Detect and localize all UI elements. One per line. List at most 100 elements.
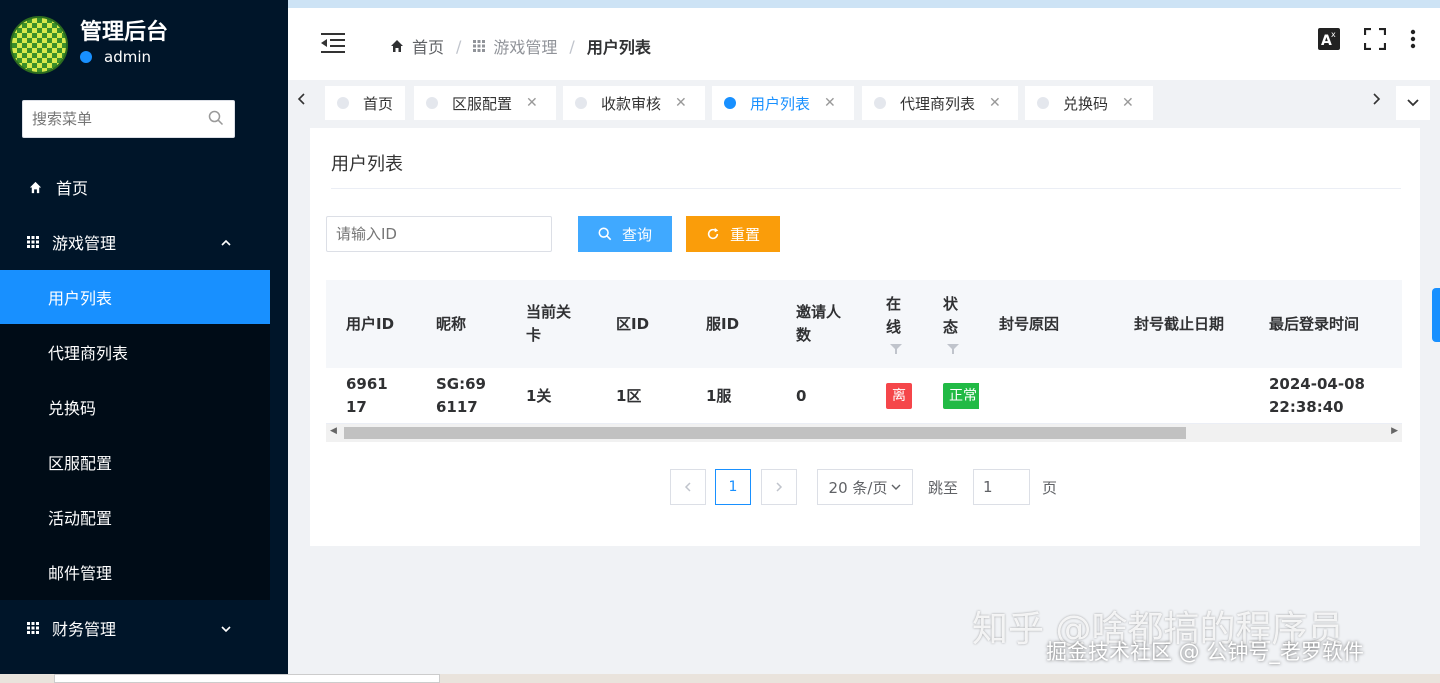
chevron-left-icon[interactable] xyxy=(296,92,308,110)
online-status-badge: 离 xyxy=(886,383,912,409)
brand-user: admin xyxy=(80,48,151,66)
online-dot-icon xyxy=(80,51,92,63)
tab-agent-list[interactable]: 代理商列表 ✕ xyxy=(862,86,1018,120)
page-unit-label: 页 xyxy=(1042,479,1058,497)
chevron-up-icon[interactable] xyxy=(220,234,232,253)
sidebar-item-home[interactable]: 首页 xyxy=(0,160,288,214)
search-button-label: 查询 xyxy=(621,225,652,244)
side-drawer-handle[interactable] xyxy=(1432,288,1440,342)
sidebar-item-label: 活动配置 xyxy=(48,509,113,528)
breadcrumb-game-management[interactable]: 游戏管理 xyxy=(473,34,557,58)
column-header: 封号原因 xyxy=(999,314,1060,333)
page-size-select[interactable]: 20 条/页 xyxy=(817,469,913,505)
horizontal-scrollbar[interactable]: ◀ ▶ xyxy=(326,424,1402,442)
column-header: 邀请人数 xyxy=(796,303,842,344)
grid-icon xyxy=(473,40,486,52)
brand: 管理后台 admin xyxy=(0,0,288,80)
chevron-down-icon[interactable] xyxy=(220,620,232,639)
tab-home[interactable]: 首页 xyxy=(325,86,405,120)
watermark-juejin: 掘金技术社区 @ 公钟号_老罗软件 xyxy=(1046,640,1364,664)
home-icon xyxy=(391,40,403,52)
svg-text:x: x xyxy=(1331,30,1336,39)
user-list-card: 用户列表 查询 重置 用户ID 昵称 当前关卡 区ID 服ID 邀请人数 在线 … xyxy=(310,128,1420,546)
sidebar-item-server-config[interactable]: 区服配置 xyxy=(0,435,270,489)
chevron-right-icon xyxy=(776,482,783,492)
cell-level: 1关 xyxy=(526,386,552,405)
refresh-icon xyxy=(707,227,719,240)
sidebar-item-agent-list[interactable]: 代理商列表 xyxy=(0,325,270,379)
tab-dot-icon xyxy=(337,97,349,109)
grid-icon xyxy=(26,235,40,249)
close-icon[interactable]: ✕ xyxy=(989,95,1001,111)
top-header: 首页 / 游戏管理 / 用户列表 Ax xyxy=(288,0,1440,80)
column-header: 最后登录时间 xyxy=(1269,314,1360,333)
menu-fold-icon[interactable] xyxy=(320,32,346,58)
filter-icon[interactable] xyxy=(946,343,960,355)
tab-payment-review[interactable]: 收款审核 ✕ xyxy=(563,86,705,120)
close-icon[interactable]: ✕ xyxy=(1122,95,1134,111)
user-table: 用户ID 昵称 当前关卡 区ID 服ID 邀请人数 在线 状态 封号原因 封号截… xyxy=(326,280,1402,442)
tab-server-config[interactable]: 区服配置 ✕ xyxy=(414,86,556,120)
fullscreen-icon[interactable] xyxy=(1363,27,1387,54)
close-icon[interactable]: ✕ xyxy=(526,95,538,111)
column-header-online: 在线 xyxy=(886,280,906,368)
chevron-down-icon xyxy=(891,484,901,490)
scroll-right-arrow-icon[interactable]: ▶ xyxy=(1391,426,1398,436)
status-badge: 正常 xyxy=(943,383,979,409)
sidebar-item-label: 游戏管理 xyxy=(52,234,117,253)
sidebar-item-event-config[interactable]: 活动配置 xyxy=(0,490,270,544)
sidebar-item-user-list[interactable]: 用户列表 xyxy=(0,270,270,324)
sidebar-item-label: 区服配置 xyxy=(48,454,113,473)
tab-redeem-code[interactable]: 兑换码 ✕ xyxy=(1025,86,1153,120)
scrollbar-thumb[interactable] xyxy=(344,427,1186,439)
tabs-bar: 首页 区服配置 ✕ 收款审核 ✕ 用户列表 ✕ 代理商列表 ✕ 兑换码 ✕ xyxy=(288,80,1440,124)
jump-label: 跳至 xyxy=(928,479,959,497)
tab-label: 兑换码 xyxy=(1063,94,1109,113)
search-button[interactable]: 查询 xyxy=(578,216,672,252)
cell-online: 离 xyxy=(886,368,912,424)
tab-label: 区服配置 xyxy=(452,94,513,113)
cell-server-id: 1服 xyxy=(706,386,732,405)
sidebar-item-label: 财务管理 xyxy=(52,620,117,639)
tab-dot-icon xyxy=(426,97,438,109)
more-vertical-icon[interactable] xyxy=(1410,29,1416,53)
avatar xyxy=(10,16,68,74)
page-number-button[interactable]: 1 xyxy=(715,469,751,505)
chevron-down-icon xyxy=(1407,99,1419,107)
sidebar-item-label: 邮件管理 xyxy=(48,564,113,583)
home-icon xyxy=(28,180,42,194)
prev-page-button[interactable] xyxy=(670,469,706,505)
breadcrumb-home[interactable]: 首页 xyxy=(390,34,444,58)
jump-page-input[interactable] xyxy=(973,469,1030,505)
sidebar-item-label: 用户列表 xyxy=(48,289,113,308)
next-page-button[interactable] xyxy=(761,469,797,505)
header-actions: Ax xyxy=(1318,27,1416,54)
search-icon[interactable] xyxy=(208,110,224,130)
menu-search-input[interactable] xyxy=(23,101,203,137)
tab-label: 首页 xyxy=(363,94,394,113)
close-icon[interactable]: ✕ xyxy=(675,95,687,111)
tab-label: 用户列表 xyxy=(750,94,811,113)
chevron-right-icon[interactable] xyxy=(1370,92,1382,110)
sidebar-item-game-management[interactable]: 游戏管理 xyxy=(0,215,288,269)
column-header: 服ID xyxy=(706,314,740,333)
breadcrumb-label: 游戏管理 xyxy=(493,38,558,57)
column-header: 用户ID xyxy=(346,314,395,333)
menu-search[interactable] xyxy=(22,100,235,138)
sidebar-item-finance[interactable]: 财务管理 xyxy=(0,601,288,655)
sidebar-item-mail-management[interactable]: 邮件管理 xyxy=(0,545,270,599)
filter-icon[interactable] xyxy=(889,343,903,355)
bottom-strip-window xyxy=(54,674,440,683)
reset-button[interactable]: 重置 xyxy=(686,216,780,252)
scroll-left-arrow-icon[interactable]: ◀ xyxy=(330,426,337,436)
tabs-more-button[interactable] xyxy=(1396,86,1430,120)
sidebar: 管理后台 admin 首页 游戏管理 用户列表 代理商列表 兑换码 xyxy=(0,0,288,683)
close-icon[interactable]: ✕ xyxy=(824,95,836,111)
id-search-input[interactable] xyxy=(326,216,552,252)
tab-user-list[interactable]: 用户列表 ✕ xyxy=(712,86,854,120)
search-icon xyxy=(598,227,612,241)
breadcrumb-separator: / xyxy=(569,36,575,56)
sidebar-item-redeem-code[interactable]: 兑换码 xyxy=(0,380,270,434)
translate-icon[interactable]: Ax xyxy=(1318,28,1340,54)
column-header-label: 状态 xyxy=(943,295,959,336)
